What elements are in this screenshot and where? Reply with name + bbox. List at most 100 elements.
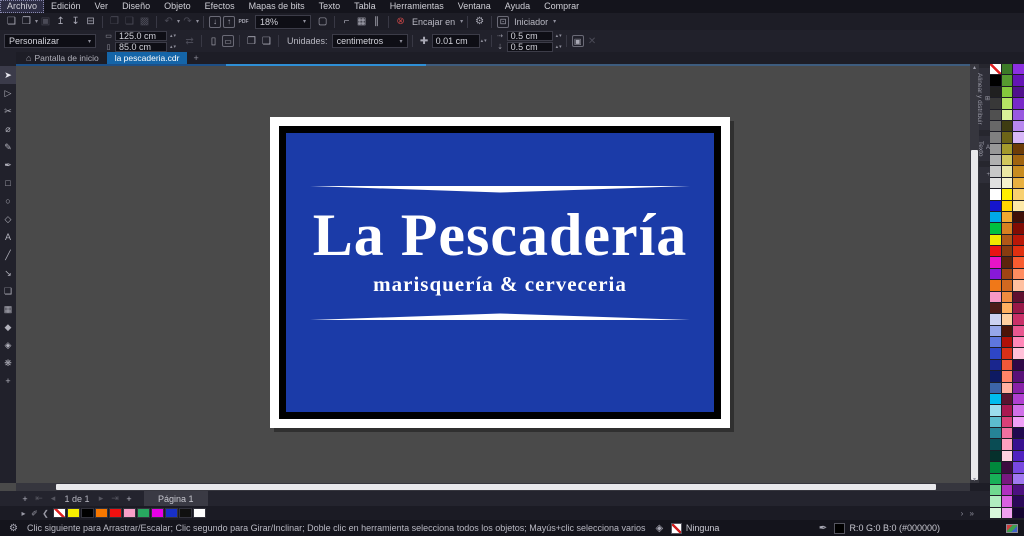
nudge-spinner[interactable]: ▴ ▾	[481, 38, 487, 44]
palette-swatch[interactable]	[1013, 428, 1024, 439]
page-tab[interactable]: Página 1	[144, 491, 208, 506]
palette-swatch[interactable]	[1001, 200, 1013, 211]
palette-swatch[interactable]	[1001, 234, 1013, 245]
palette-swatch[interactable]	[990, 98, 1001, 109]
palette-swatch[interactable]	[1001, 496, 1013, 507]
palette-swatch[interactable]	[1001, 382, 1013, 393]
palette-swatch[interactable]	[990, 75, 1001, 86]
palette-swatch[interactable]	[1013, 223, 1024, 234]
palette-swatch[interactable]	[990, 302, 1001, 314]
logo-artwork[interactable]: La Pescadería marisquería & cerveceria	[270, 117, 730, 428]
palette-swatch[interactable]	[990, 268, 1001, 280]
palette-swatch[interactable]	[1001, 166, 1013, 177]
palette-swatch[interactable]	[990, 416, 1001, 427]
palette-swatch[interactable]	[1013, 507, 1024, 518]
palette-swatch[interactable]	[1001, 302, 1013, 314]
palette-swatch[interactable]	[1013, 166, 1024, 177]
palette-swatch[interactable]	[1001, 325, 1013, 336]
menu-item[interactable]: Archivo	[0, 0, 45, 13]
palette-swatch[interactable]	[990, 223, 1001, 234]
freehand-tool[interactable]: ✎	[0, 138, 16, 156]
cloud-upload-icon[interactable]: ↥	[53, 15, 68, 29]
launcher-icon[interactable]: ⊡	[497, 15, 510, 28]
text-tool[interactable]: A	[0, 228, 16, 246]
palette-swatch[interactable]	[1001, 223, 1013, 234]
palette-swatch[interactable]	[1001, 484, 1013, 496]
duplicate-y-spinner[interactable]: ▴ ▾	[556, 44, 562, 50]
palette-swatch[interactable]	[990, 314, 1001, 325]
menu-item[interactable]: Ver	[88, 0, 116, 13]
palette-swatch[interactable]	[1013, 268, 1024, 280]
palette-swatch[interactable]	[990, 348, 1001, 359]
document-palette-swatch[interactable]	[193, 508, 206, 518]
palette-eyedropper-icon[interactable]: ✐	[29, 509, 40, 518]
palette-swatch[interactable]	[1013, 109, 1024, 120]
menu-item[interactable]: Efectos	[198, 0, 242, 13]
palette-swatch[interactable]	[1013, 405, 1024, 416]
palette-swatch[interactable]	[990, 291, 1001, 302]
rectangle-tool[interactable]: □	[0, 174, 16, 192]
paste-icon[interactable]: ❑	[122, 15, 137, 29]
page-preset-combo[interactable]: Personalizar ▾	[4, 34, 96, 48]
palette-swatch[interactable]	[1001, 280, 1013, 291]
horizontal-scrollbar[interactable]	[16, 483, 970, 491]
palette-swatch[interactable]	[1013, 120, 1024, 132]
current-page-icon[interactable]: ❏	[259, 34, 274, 48]
palette-swatch[interactable]	[1013, 484, 1024, 496]
palette-swatch[interactable]	[990, 507, 1001, 518]
zoom-tool[interactable]: ⌀	[0, 120, 16, 138]
palette-swatch[interactable]	[1001, 450, 1013, 462]
palette-swatch[interactable]	[1001, 98, 1013, 109]
snap-dropdown-icon[interactable]: ▾	[460, 18, 463, 25]
palette-swatch[interactable]	[990, 337, 1001, 348]
previous-page-icon[interactable]: ◂	[46, 493, 60, 504]
palette-swatch[interactable]	[1013, 155, 1024, 166]
palette-swatch[interactable]	[1013, 177, 1024, 189]
shape-tool[interactable]: ▷	[0, 84, 16, 102]
palette-swatch[interactable]	[1013, 280, 1024, 291]
palette-swatch[interactable]	[990, 439, 1001, 450]
palette-swatch[interactable]	[1013, 439, 1024, 450]
palette-swatch[interactable]	[1013, 473, 1024, 484]
palette-swatch[interactable]	[990, 428, 1001, 439]
menu-item[interactable]: Ayuda	[498, 0, 537, 13]
connector-tool[interactable]: ↘	[0, 264, 16, 282]
docker-tab-text[interactable]: A Texto	[977, 135, 990, 162]
palette-swatch[interactable]	[1001, 64, 1013, 75]
palette-swatch[interactable]	[990, 109, 1001, 120]
page-height-field[interactable]: 85.0 cm	[115, 41, 167, 52]
document-palette-swatch[interactable]	[151, 508, 164, 518]
dimension-tool[interactable]: ╱	[0, 246, 16, 264]
document-palette-swatch[interactable]	[95, 508, 108, 518]
palette-swatch[interactable]	[1001, 314, 1013, 325]
palette-swatch[interactable]	[1001, 291, 1013, 302]
add-tool[interactable]: +	[0, 372, 16, 390]
redo-icon[interactable]: ↷	[180, 15, 195, 29]
palette-swatch[interactable]	[1001, 462, 1013, 473]
menu-item[interactable]: Tabla	[347, 0, 383, 13]
tab-welcome-screen[interactable]: ⌂ Pantalla de inicio	[18, 52, 107, 64]
add-page-button-2[interactable]: +	[122, 494, 136, 504]
page-height-spinner[interactable]: ▴ ▾	[170, 44, 176, 50]
artistic-media-tool[interactable]: ✒	[0, 156, 16, 174]
document-palette-swatch[interactable]	[53, 508, 66, 518]
scroll-down-icon[interactable]: ▾	[970, 476, 979, 483]
palette-swatch[interactable]	[1001, 268, 1013, 280]
palette-swatch[interactable]	[990, 382, 1001, 393]
landscape-icon[interactable]: ▭	[222, 35, 235, 47]
smart-fill-tool[interactable]: ❋	[0, 354, 16, 372]
first-page-icon[interactable]: ⇤	[32, 493, 46, 504]
palette-swatch[interactable]	[1001, 120, 1013, 132]
palette-swatch[interactable]	[1001, 211, 1013, 223]
palette-swatch[interactable]	[990, 143, 1001, 154]
rulers-icon[interactable]: ⌐	[339, 15, 354, 29]
interactive-fill-tool[interactable]: ◈	[0, 336, 16, 354]
copy-icon[interactable]: ❐	[107, 15, 122, 29]
palette-swatch[interactable]	[1001, 177, 1013, 189]
new-tab-button[interactable]: +	[187, 53, 204, 63]
vertical-scrollbar[interactable]: ▴ ▾	[970, 64, 979, 483]
horizontal-scrollbar-thumb[interactable]	[56, 484, 936, 490]
menu-item[interactable]: Comprar	[537, 0, 586, 13]
palette-swatch[interactable]	[990, 132, 1001, 143]
palette-swatch[interactable]	[1013, 132, 1024, 143]
